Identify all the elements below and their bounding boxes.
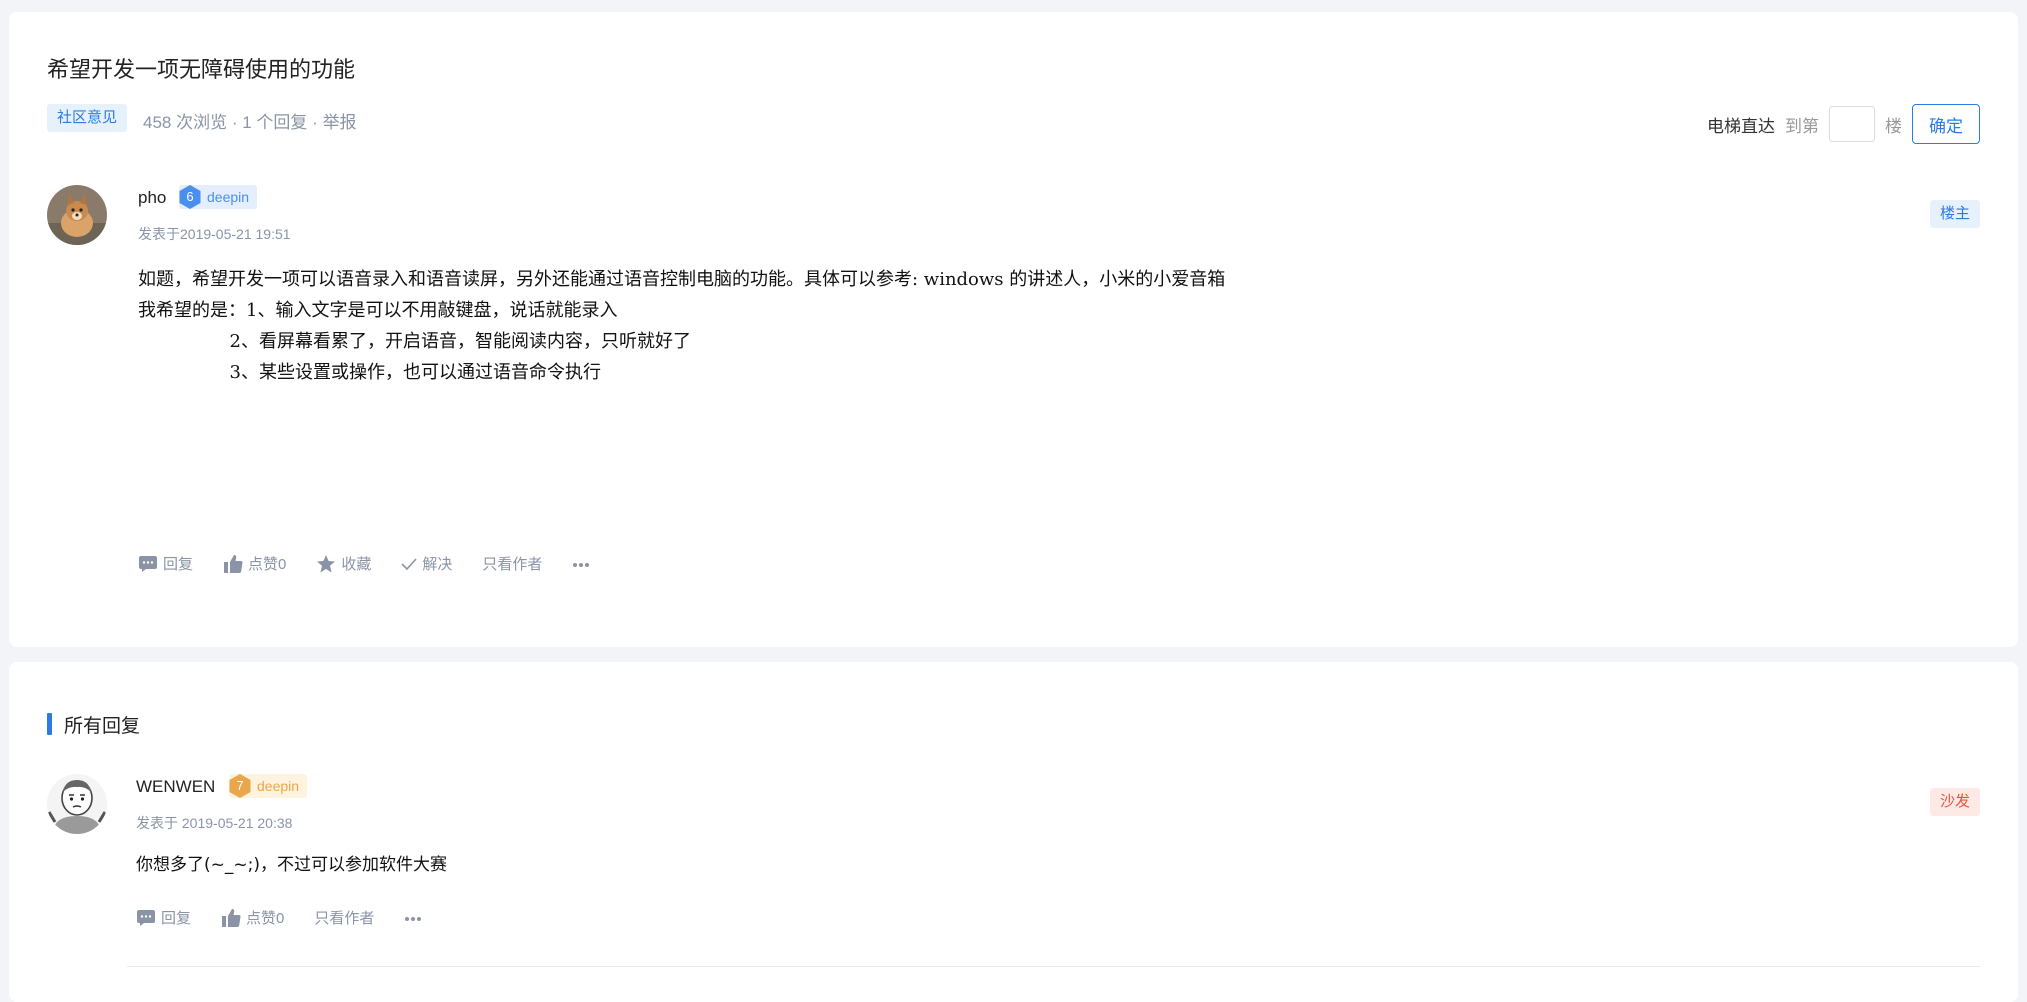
avatar[interactable] bbox=[47, 185, 107, 245]
floor-jump-to-label: 到第 bbox=[1785, 116, 1819, 136]
level-hexagon-icon: 6 bbox=[179, 185, 201, 209]
reply-count: 1 个回复 bbox=[242, 113, 308, 132]
level-badge: 6 deepin bbox=[179, 185, 258, 209]
level-hexagon-icon: 7 bbox=[229, 774, 251, 798]
floor-jump: 电梯直达 到第 楼 确定 bbox=[1707, 104, 1980, 144]
more-options-button[interactable] bbox=[404, 909, 422, 927]
topic-title: 希望开发一项无障碍使用的功能 bbox=[47, 57, 356, 82]
topic-stats: 458 次浏览 · 1 个回复 · 举报 bbox=[143, 108, 357, 133]
like-label: 点赞0 bbox=[246, 910, 285, 927]
comment-icon bbox=[138, 555, 158, 573]
fox-avatar-image bbox=[47, 185, 107, 245]
comment-icon bbox=[136, 909, 156, 927]
confirm-button[interactable]: 确定 bbox=[1912, 104, 1980, 144]
reply-button[interactable]: 回复 bbox=[138, 553, 193, 574]
avatar[interactable] bbox=[47, 774, 107, 834]
reply-time: 发表于 2019-05-21 20:38 bbox=[136, 815, 293, 831]
cartoon-face-avatar-image bbox=[47, 774, 107, 834]
favorite-label: 收藏 bbox=[341, 556, 372, 573]
floor-number-input[interactable] bbox=[1829, 106, 1875, 142]
reply-button[interactable]: 回复 bbox=[136, 907, 191, 928]
category-badge[interactable]: 社区意见 bbox=[47, 104, 128, 132]
post-line: 2、看屏幕看累了，开启语音，智能阅读内容，只听就好了 bbox=[138, 331, 691, 352]
author-only-label: 只看作者 bbox=[314, 910, 375, 927]
level-name: deepin bbox=[207, 189, 250, 205]
author-only-label: 只看作者 bbox=[482, 556, 543, 573]
like-label: 点赞0 bbox=[248, 556, 287, 573]
like-button[interactable]: 点赞0 bbox=[223, 553, 286, 574]
floor-unit-label: 楼 bbox=[1885, 116, 1902, 136]
star-icon bbox=[316, 554, 336, 574]
solve-label: 解决 bbox=[422, 556, 453, 573]
post-line: 我希望的是：1、输入文字是可以不用敲键盘，说话就能录入 bbox=[138, 300, 618, 321]
solve-button[interactable]: 解决 bbox=[401, 553, 452, 574]
post-content: 如题，希望开发一项可以语音录入和语音读屏，另外还能通过语音控制电脑的功能。具体可… bbox=[138, 264, 1225, 388]
more-options-button[interactable] bbox=[572, 555, 590, 573]
more-dots-icon bbox=[404, 909, 422, 927]
reply-action-bar: 回复 点赞0 只看作者 bbox=[136, 907, 422, 928]
stats-separator: · bbox=[231, 113, 238, 132]
favorite-button[interactable]: 收藏 bbox=[316, 553, 371, 574]
level-number: 6 bbox=[186, 189, 194, 204]
thumbs-up-icon bbox=[223, 554, 243, 574]
post-line: 3、某些设置或操作，也可以通过语音命令执行 bbox=[138, 362, 601, 383]
post-action-bar: 回复 点赞0 收藏 解决 只看作者 bbox=[138, 553, 590, 574]
thumbs-up-icon bbox=[221, 908, 241, 928]
topic-card: 希望开发一项无障碍使用的功能 社区意见 458 次浏览 · 1 个回复 · 举报… bbox=[9, 12, 2018, 647]
section-accent-bar bbox=[47, 713, 52, 735]
sofa-tag: 沙发 bbox=[1929, 788, 1980, 816]
floor-jump-label: 电梯直达 bbox=[1707, 116, 1775, 136]
like-button[interactable]: 点赞0 bbox=[221, 907, 284, 928]
author-only-button[interactable]: 只看作者 bbox=[314, 907, 374, 928]
owner-tag: 楼主 bbox=[1929, 200, 1980, 228]
replies-section-header: 所有回复 bbox=[47, 712, 141, 737]
level-badge: 7 deepin bbox=[229, 774, 308, 798]
reply-label: 回复 bbox=[163, 556, 194, 573]
reply-content: 你想多了(~_~;)，不过可以参加软件大赛 bbox=[136, 850, 447, 881]
check-icon bbox=[401, 557, 417, 571]
post-time: 发表于2019-05-21 19:51 bbox=[138, 226, 291, 242]
reply-divider bbox=[127, 966, 1980, 967]
reply-author-name[interactable]: WENWEN bbox=[136, 777, 215, 797]
more-dots-icon bbox=[572, 555, 590, 573]
reply-line: 你想多了(~_~;)，不过可以参加软件大赛 bbox=[136, 855, 447, 875]
reply-label: 回复 bbox=[161, 910, 192, 927]
post-author-name[interactable]: pho bbox=[138, 188, 166, 208]
post-line: 如题，希望开发一项可以语音录入和语音读屏，另外还能通过语音控制电脑的功能。具体可… bbox=[138, 269, 1226, 290]
level-name: deepin bbox=[257, 778, 300, 794]
replies-card: 所有回复 WENWEN 7 deepin 发表于 2019-05-21 20:3… bbox=[9, 662, 2018, 1002]
replies-section-title: 所有回复 bbox=[64, 715, 141, 737]
level-number: 7 bbox=[236, 778, 244, 793]
report-link[interactable]: 举报 bbox=[323, 113, 357, 132]
view-count: 458 次浏览 bbox=[143, 113, 228, 132]
author-only-button[interactable]: 只看作者 bbox=[482, 553, 542, 574]
stats-separator: · bbox=[312, 113, 318, 132]
